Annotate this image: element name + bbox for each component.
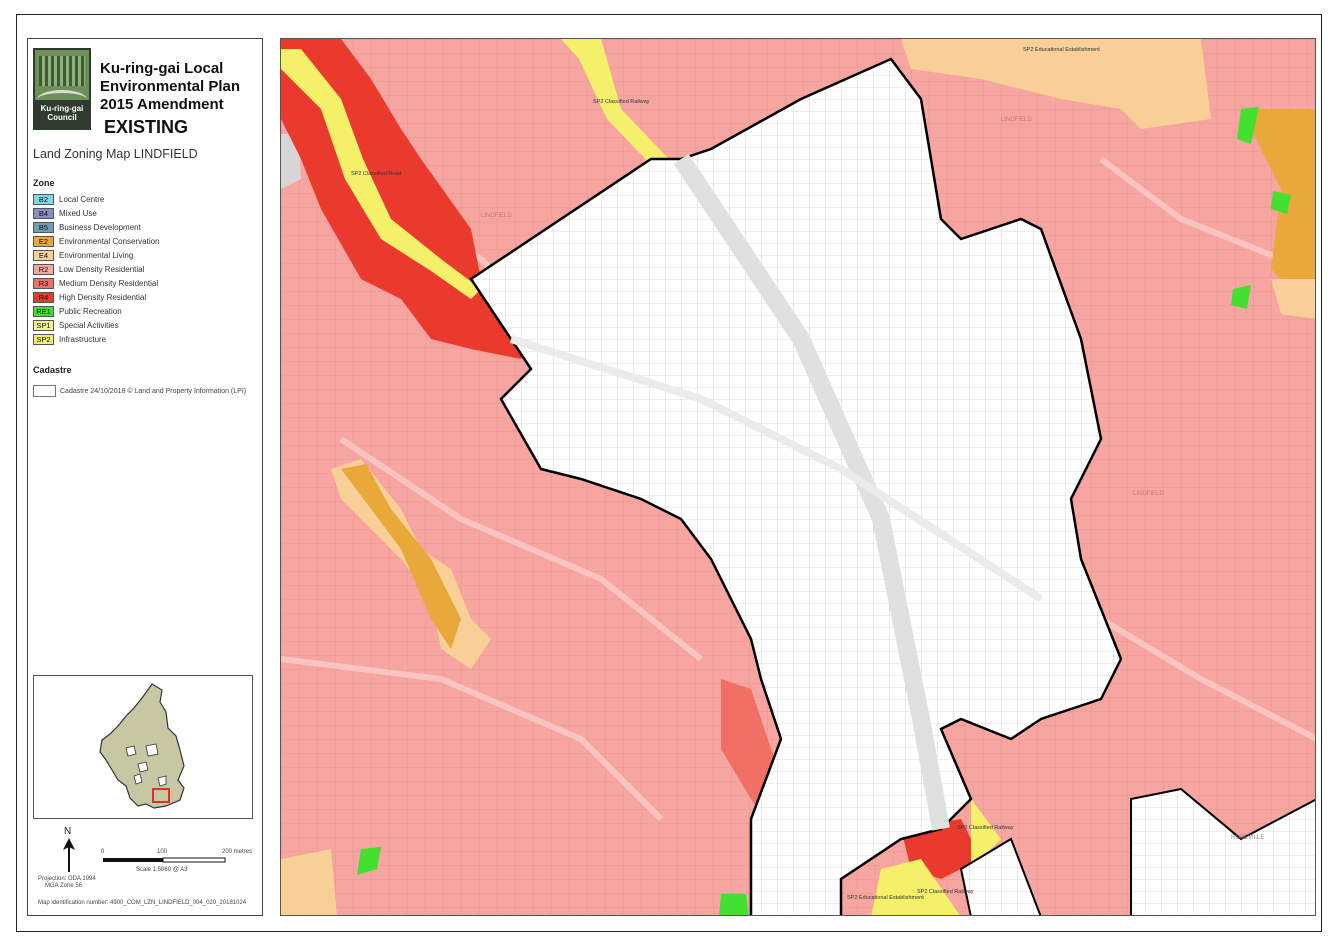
centre-outline bbox=[145, 743, 159, 757]
zone-swatch: E2 bbox=[33, 236, 54, 247]
status-label: EXISTING bbox=[104, 117, 189, 137]
zoning-map-svg: SP2 Educational Establishment SP2 Classi… bbox=[281, 39, 1315, 915]
label-lindfield-e: LINDFIELD bbox=[1133, 491, 1164, 497]
cadastre-legend-item: Cadastre 24/10/2018 © Land and Property … bbox=[33, 385, 246, 397]
label-sp2-educational-bottom: SP2 Educational Establishment bbox=[847, 895, 924, 901]
locator-svg bbox=[99, 683, 185, 809]
north-label: N bbox=[64, 826, 72, 837]
centre-outline bbox=[125, 745, 137, 757]
scale-tick-0: 0 bbox=[101, 849, 105, 855]
zone-label: High Density Residential bbox=[59, 293, 147, 302]
label-sp2-road: SP2 Classified Road bbox=[351, 171, 401, 177]
zone-label: Infrastructure bbox=[59, 335, 107, 344]
scale-tick-100: 100 bbox=[157, 849, 168, 855]
zone-legend-item: B5 Business Development bbox=[33, 222, 253, 234]
zone-legend-item: RE1 Public Recreation bbox=[33, 306, 253, 318]
zone-swatch: E4 bbox=[33, 250, 54, 261]
zone-swatch: B4 bbox=[33, 208, 54, 219]
centre-outline bbox=[137, 761, 149, 773]
label-roseville: ROSEVILLE bbox=[1231, 835, 1264, 841]
label-lindfield-w: LINDFIELD bbox=[481, 213, 512, 219]
zone-swatch: R3 bbox=[33, 278, 54, 289]
zone-label: Special Activities bbox=[59, 321, 119, 330]
scale-tick-200: 200 metres bbox=[222, 849, 253, 855]
zone-legend-item: E2 Environmental Conservation bbox=[33, 236, 253, 248]
cadastre-heading: Cadastre bbox=[33, 365, 72, 375]
title-line-3: 2015 Amendment bbox=[100, 96, 224, 113]
label-sp2-educational-top: SP2 Educational Establishment bbox=[1023, 47, 1100, 53]
zone-legend-item: B2 Local Centre bbox=[33, 194, 253, 206]
projection-line-2: MGA Zone 56 bbox=[45, 883, 83, 889]
zone-swatch: R2 bbox=[33, 264, 54, 275]
title-line-1: Ku-ring-gai Local bbox=[100, 60, 224, 77]
zone-label: Low Density Residential bbox=[59, 265, 145, 274]
zone-label: Mixed Use bbox=[59, 209, 97, 218]
locator-inset-map bbox=[33, 675, 253, 819]
zone-legend-item: R3 Medium Density Residential bbox=[33, 278, 253, 290]
zone-label: Medium Density Residential bbox=[59, 279, 159, 288]
plan-title: Ku-ring-gai Local Environmental Plan 201… bbox=[100, 60, 260, 114]
title-line-2: Environmental Plan bbox=[100, 78, 241, 95]
council-name: Ku-ring-gai Council bbox=[40, 104, 84, 122]
label-sp2-railway-bottom-2: SP2 Classified Railway bbox=[917, 889, 974, 895]
scale-text: Scale 1:5060 @ A3 bbox=[136, 867, 188, 873]
zone-legend-item: E4 Environmental Living bbox=[33, 250, 253, 262]
zone-label: Environmental Living bbox=[59, 251, 134, 260]
cadastre-label: Cadastre 24/10/2018 © Land and Property … bbox=[60, 387, 247, 395]
zone-label: Environmental Conservation bbox=[59, 237, 160, 246]
label-sp2-railway-top: SP2 Classified Railway bbox=[593, 99, 650, 105]
zone-legend-item: B4 Mixed Use bbox=[33, 208, 253, 220]
zone-swatch: B2 bbox=[33, 194, 54, 205]
lga-boundary bbox=[99, 683, 185, 809]
zone-label: Public Recreation bbox=[59, 307, 122, 316]
zone-swatch: RE1 bbox=[33, 306, 54, 317]
zone-legend-item: SP1 Special Activities bbox=[33, 320, 253, 332]
zone-label: Local Centre bbox=[59, 195, 105, 204]
zone-heading: Zone bbox=[33, 178, 55, 188]
north-arrow-icon bbox=[63, 838, 75, 872]
label-lindfield-ne: LINDFIELD bbox=[1001, 117, 1032, 123]
cadastre-swatch bbox=[33, 385, 56, 397]
label-sp2-railway-bottom: SP2 Classified Railway bbox=[957, 825, 1014, 831]
map-identification: Map identification number: 4900_COM_LZN_… bbox=[38, 900, 247, 906]
re1-public-recreation bbox=[719, 894, 749, 915]
zone-swatch: B5 bbox=[33, 222, 54, 233]
zone-swatch: SP1 bbox=[33, 320, 54, 331]
zone-label: Business Development bbox=[59, 223, 141, 232]
e4-environmental-living bbox=[281, 849, 337, 915]
zone-legend-item: SP2 Infrastructure bbox=[33, 334, 253, 346]
scale-bar bbox=[103, 857, 226, 863]
zoning-map: SP2 Educational Establishment SP2 Classi… bbox=[280, 38, 1316, 916]
zone-legend-item: R2 Low Density Residential bbox=[33, 264, 253, 276]
zone-swatch: R4 bbox=[33, 292, 54, 303]
map-title: Land Zoning Map LINDFIELD bbox=[33, 147, 198, 161]
projection-line-1: Projection: GDA 1994 bbox=[38, 876, 96, 882]
zone-legend-item: R4 High Density Residential bbox=[33, 292, 253, 304]
zone-swatch: SP2 bbox=[33, 334, 54, 345]
council-logo: Ku-ring-gai Council bbox=[33, 48, 91, 130]
